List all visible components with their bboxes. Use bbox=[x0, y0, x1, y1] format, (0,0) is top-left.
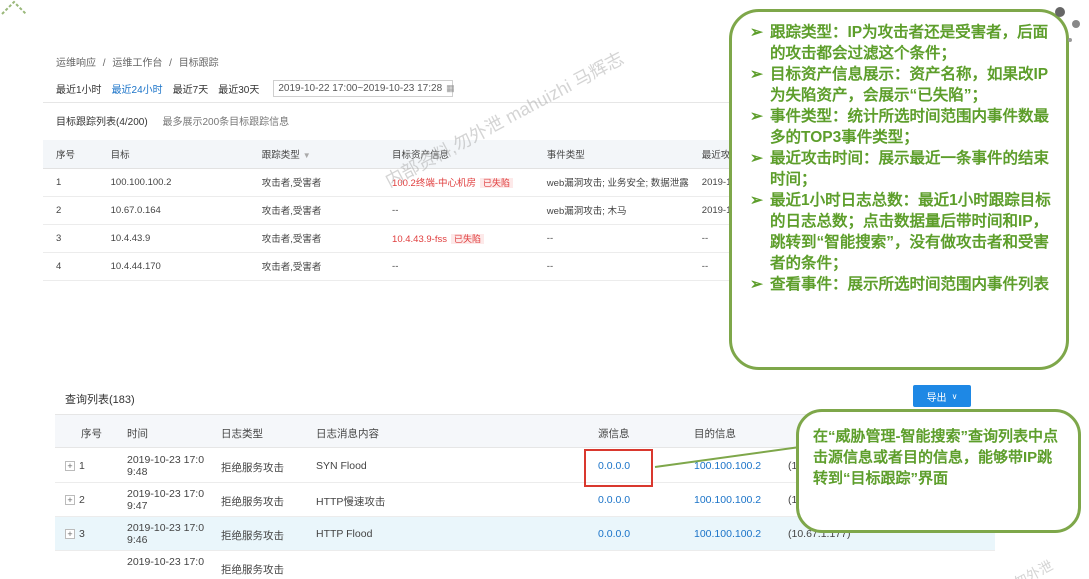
callout-list: ➢ 跟踪类型：IP为攻击者还是受害者，后面的攻击都会过滤这个条件； ➢ 目标资产信息… bbox=[750, 22, 1052, 295]
callout-text: 跟踪类型：IP为攻击者还是受害者，后面的攻击都会过滤这个条件； bbox=[770, 24, 1049, 62]
feature-callout: ➢ 跟踪类型：IP为攻击者还是受害者，后面的攻击都会过滤这个条件； ➢ 目标资产信息… bbox=[729, 9, 1069, 370]
arrow-right-icon: ➢ bbox=[750, 24, 763, 41]
callout-item: ➢ 目标资产信息展示：资产名称，如果改IP为失陷资产，会展示“已失陷”； bbox=[750, 64, 1052, 106]
callout-text: 目标资产信息展示：资产名称，如果改IP为失陷资产，会展示“已失陷”； bbox=[770, 66, 1049, 104]
arrow-right-icon: ➢ bbox=[750, 66, 763, 83]
arrow-right-icon: ➢ bbox=[750, 276, 763, 293]
screenshot-root: 运维响应 / 运维工作台 / 目标跟踪 最近1小时 最近24小时 最近7天 最近… bbox=[0, 0, 1089, 579]
callout-item: ➢ 最近1小时日志总数：最近1小时跟踪目标的日志总数；点击数据量后带时间和IP，跳… bbox=[750, 190, 1052, 274]
callout-item: ➢ 最近攻击时间：展示最近一条事件的结束时间； bbox=[750, 148, 1052, 190]
callout-text: 最近攻击时间：展示最近一条事件的结束时间； bbox=[770, 150, 1050, 188]
callout-item: ➢ 事件类型：统计所选时间范围内事件数最多的TOP3事件类型； bbox=[750, 106, 1052, 148]
callout-text: 查看事件：展示所选时间范围内事件列表 bbox=[770, 276, 1050, 293]
decorative-dots-icon bbox=[1055, 7, 1080, 42]
callout-text: 事件类型：统计所选时间范围内事件数最多的TOP3事件类型； bbox=[770, 108, 1050, 146]
callout-text: 最近1小时日志总数：最近1小时跟踪目标的日志总数；点击数据量后带时间和IP，跳转… bbox=[770, 192, 1051, 272]
arrow-right-icon: ➢ bbox=[750, 192, 763, 209]
arrow-right-icon: ➢ bbox=[750, 150, 763, 167]
search-callout: 在“威胁管理-智能搜索”查询列表中点击源信息或者目的信息，能够带IP跳转到“目标… bbox=[796, 409, 1081, 533]
callout-item: ➢ 查看事件：展示所选时间范围内事件列表 bbox=[750, 274, 1052, 295]
callout-item: ➢ 跟踪类型：IP为攻击者还是受害者，后面的攻击都会过滤这个条件； bbox=[750, 22, 1052, 64]
arrow-right-icon: ➢ bbox=[750, 108, 763, 125]
